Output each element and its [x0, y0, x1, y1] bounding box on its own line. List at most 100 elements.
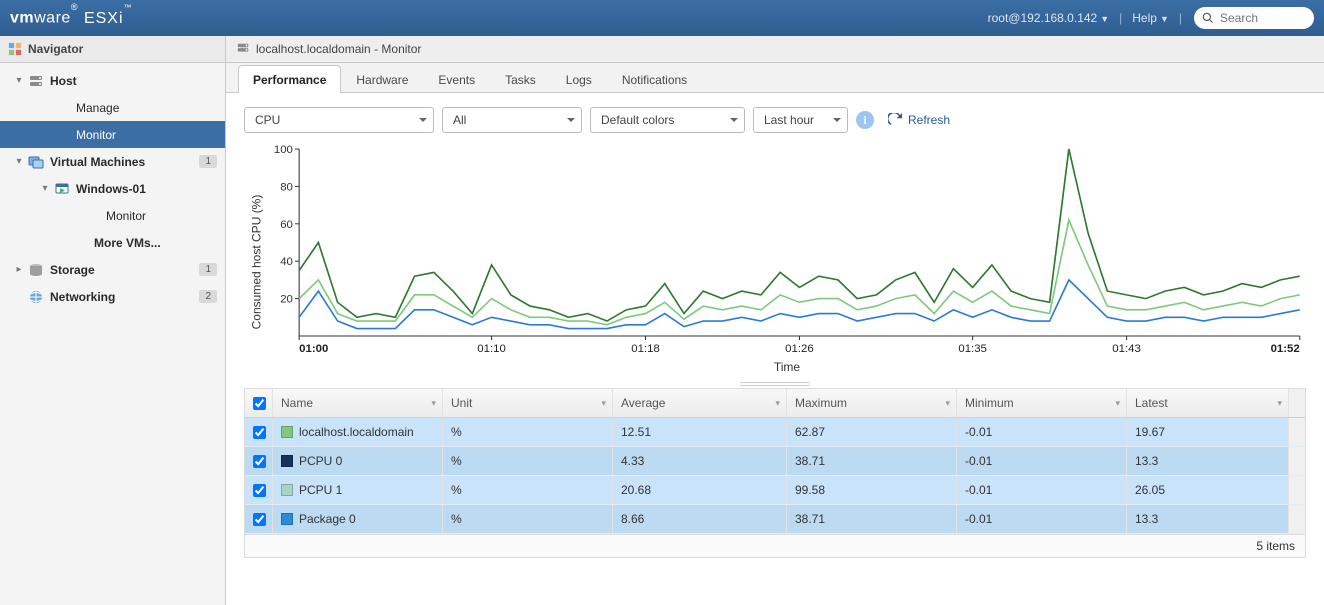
header-checkbox[interactable]	[245, 389, 273, 417]
row-checkbox[interactable]	[253, 484, 266, 497]
cell-unit: %	[443, 447, 613, 475]
svg-text:100: 100	[274, 144, 293, 156]
line-chart: 2040608010001:0001:1001:1801:2601:3501:4…	[268, 143, 1306, 358]
scope-dropdown[interactable]: All	[442, 107, 582, 133]
breadcrumb: localhost.localdomain - Monitor	[226, 36, 1324, 63]
table-row[interactable]: PCPU 0%4.3338.71-0.0113.3	[245, 447, 1305, 476]
colors-dropdown[interactable]: Default colors	[590, 107, 745, 133]
navigator-panel: Navigator ▾ Host Manage Monitor ▾ Virtual Mac…	[0, 36, 226, 605]
vms-icon	[28, 154, 44, 170]
cell-name: PCPU 0	[299, 454, 342, 468]
nav-storage[interactable]: ▸Storage1	[0, 256, 225, 283]
nav-label: Storage	[50, 263, 195, 277]
tab-logs[interactable]: Logs	[551, 65, 607, 93]
cell-name: localhost.localdomain	[299, 425, 414, 439]
svg-text:01:52: 01:52	[1271, 343, 1300, 355]
cell-maximum: 38.71	[787, 505, 957, 533]
series-swatch	[281, 484, 293, 496]
nav-label: More VMs...	[94, 236, 217, 250]
row-checkbox[interactable]	[253, 426, 266, 439]
svg-text:01:18: 01:18	[631, 343, 660, 355]
svg-text:40: 40	[280, 256, 293, 268]
search-icon	[1202, 12, 1214, 24]
cell-minimum: -0.01	[957, 476, 1127, 504]
row-checkbox[interactable]	[253, 513, 266, 526]
cell-average: 12.51	[613, 418, 787, 446]
nav-label: Windows-01	[76, 182, 217, 196]
nav-more-vms-[interactable]: More VMs...	[0, 229, 225, 256]
chart: Consumed host CPU (%) 2040608010001:0001…	[244, 143, 1306, 380]
table-footer: 5 items	[1256, 539, 1295, 553]
cell-latest: 19.67	[1127, 418, 1289, 446]
search-box[interactable]	[1194, 7, 1314, 29]
splitter-handle[interactable]	[244, 380, 1306, 388]
nav-label: Monitor	[76, 128, 217, 142]
cell-maximum: 62.87	[787, 418, 957, 446]
top-banner: vmware®ESXi™ root@192.168.0.142▼ | Help▼…	[0, 0, 1324, 36]
table-row[interactable]: PCPU 1%20.6899.58-0.0126.05	[245, 476, 1305, 505]
cell-minimum: -0.01	[957, 447, 1127, 475]
series-swatch	[281, 455, 293, 467]
table-row[interactable]: localhost.localdomain%12.5162.87-0.0119.…	[245, 418, 1305, 447]
nav-monitor[interactable]: Monitor	[0, 121, 225, 148]
host-icon	[236, 42, 250, 56]
cell-latest: 13.3	[1127, 505, 1289, 533]
tab-performance[interactable]: Performance	[238, 65, 341, 93]
nav-label: Virtual Machines	[50, 155, 195, 169]
chart-toolbar: CPU All Default colors Last hour i Refre…	[244, 107, 1306, 133]
series-swatch	[281, 513, 293, 525]
col-minimum[interactable]: Minimum▾	[957, 389, 1127, 417]
nav-host[interactable]: ▾ Host	[0, 67, 225, 94]
svg-text:01:26: 01:26	[785, 343, 814, 355]
nav-monitor[interactable]: Monitor	[0, 202, 225, 229]
cell-unit: %	[443, 476, 613, 504]
nav-label: Manage	[76, 101, 217, 115]
chart-xlabel: Time	[268, 358, 1306, 380]
svg-text:01:35: 01:35	[958, 343, 987, 355]
nav-networking[interactable]: Networking2	[0, 283, 225, 310]
table-scrollbar-gutter	[1289, 389, 1305, 417]
count-badge: 1	[199, 155, 217, 168]
twisty-icon: ▾	[40, 183, 50, 194]
cell-minimum: -0.01	[957, 418, 1127, 446]
svg-text:01:00: 01:00	[299, 343, 328, 355]
twisty-icon: ▾	[14, 75, 24, 86]
svg-text:80: 80	[280, 182, 293, 194]
table-row[interactable]: Package 0%8.6638.71-0.0113.3	[245, 505, 1305, 534]
refresh-icon	[888, 113, 902, 127]
cell-average: 20.68	[613, 476, 787, 504]
nav-label: Host	[50, 74, 217, 88]
col-maximum[interactable]: Maximum▾	[787, 389, 957, 417]
cell-unit: %	[443, 505, 613, 533]
info-icon[interactable]: i	[856, 111, 874, 129]
cell-name: Package 0	[299, 512, 356, 526]
count-badge: 1	[199, 263, 217, 276]
twisty-icon: ▾	[14, 156, 24, 167]
navigator-icon	[8, 42, 22, 56]
count-badge: 2	[199, 290, 217, 303]
cell-maximum: 99.58	[787, 476, 957, 504]
tab-events[interactable]: Events	[423, 65, 490, 93]
series-table: Name▾ Unit▾ Average▾ Maximum▾ Minimum▾ L…	[244, 388, 1306, 558]
refresh-button[interactable]: Refresh	[888, 113, 950, 127]
help-menu[interactable]: Help▼	[1128, 11, 1173, 25]
search-input[interactable]	[1218, 10, 1288, 26]
col-average[interactable]: Average▾	[613, 389, 787, 417]
network-icon	[28, 289, 44, 305]
nav-windows-01[interactable]: ▾ Windows-01	[0, 175, 225, 202]
col-unit[interactable]: Unit▾	[443, 389, 613, 417]
nav-manage[interactable]: Manage	[0, 94, 225, 121]
breadcrumb-text: localhost.localdomain - Monitor	[256, 42, 421, 56]
col-name[interactable]: Name▾	[273, 389, 443, 417]
metric-dropdown[interactable]: CPU	[244, 107, 434, 133]
user-menu[interactable]: root@192.168.0.142▼	[984, 11, 1114, 25]
row-checkbox[interactable]	[253, 455, 266, 468]
range-dropdown[interactable]: Last hour	[753, 107, 848, 133]
col-latest[interactable]: Latest▾	[1127, 389, 1289, 417]
navigator-header: Navigator	[0, 36, 225, 63]
tab-notifications[interactable]: Notifications	[607, 65, 702, 93]
svg-text:01:43: 01:43	[1112, 343, 1141, 355]
tab-hardware[interactable]: Hardware	[341, 65, 423, 93]
nav-virtual-machines[interactable]: ▾ Virtual Machines 1	[0, 148, 225, 175]
tab-tasks[interactable]: Tasks	[490, 65, 551, 93]
